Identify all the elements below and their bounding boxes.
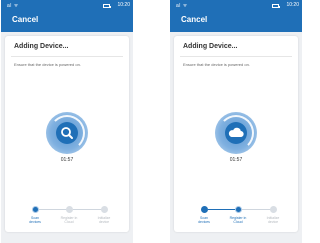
cancel-button[interactable]: Cancel [12, 15, 38, 24]
step-connector [39, 209, 68, 210]
step-label-initialize: Initialize device [258, 216, 288, 224]
progress-steps: Scan devices Register in Cloud Initializ… [5, 204, 129, 230]
step-label-line: devices [198, 220, 210, 224]
progress-steps: Scan devices Register in Cloud Initializ… [174, 204, 298, 230]
battery-icon [103, 4, 111, 8]
step-label-line: Cloud [64, 220, 74, 224]
spinner-core [56, 122, 78, 144]
countdown-timer: 01:57 [229, 157, 243, 163]
step-label-line: device [267, 220, 279, 224]
step-label-register: Register in Cloud [223, 216, 253, 224]
step-dot-register [235, 206, 242, 213]
cloud-icon [228, 127, 244, 138]
battery-icon [272, 4, 280, 8]
step-label-register: Register in Cloud [54, 216, 84, 224]
spinner-core [225, 122, 247, 144]
adding-device-card: Adding Device... Ensure that the device … [5, 36, 129, 232]
step-dot-initialize [101, 206, 108, 213]
signal-wifi-icon: al ᯤ [7, 3, 19, 9]
step-label-line: Cloud [233, 220, 243, 224]
step-dot-register [66, 206, 73, 213]
card-title: Adding Device... [183, 43, 238, 50]
countdown-timer: 01:57 [60, 157, 74, 163]
step-connector [208, 209, 237, 210]
step-label-scan: Scan devices [20, 216, 50, 224]
step-label-scan: Scan devices [189, 216, 219, 224]
step-dot-scan [201, 206, 208, 213]
progress-spinner [215, 112, 257, 154]
card-title: Adding Device... [14, 43, 69, 50]
signal-wifi-icon: al ᯤ [176, 3, 188, 9]
search-icon [61, 127, 73, 139]
cancel-button[interactable]: Cancel [181, 15, 207, 24]
step-connector [73, 209, 102, 210]
status-bar: al ᯤ 10:20 [1, 0, 133, 11]
phone-screen-scanning: al ᯤ 10:20 Cancel Adding Device... Ensur… [1, 0, 133, 243]
step-label-initialize: Initialize device [89, 216, 119, 224]
status-bar: al ᯤ 10:20 [170, 0, 302, 11]
step-dot-scan [32, 206, 39, 213]
step-connector [242, 209, 271, 210]
step-label-line: device [98, 220, 110, 224]
phone-screen-registering: al ᯤ 10:20 Cancel Adding Device... Ensur… [170, 0, 302, 243]
app-header: al ᯤ 10:20 Cancel [1, 0, 133, 32]
divider [180, 56, 292, 57]
power-on-hint: Ensure that the device is powered on. [14, 62, 81, 67]
power-on-hint: Ensure that the device is powered on. [183, 62, 250, 67]
adding-device-card: Adding Device... Ensure that the device … [174, 36, 298, 232]
progress-spinner [46, 112, 88, 154]
app-header: al ᯤ 10:20 Cancel [170, 0, 302, 32]
step-label-line: devices [29, 220, 41, 224]
divider [11, 56, 123, 57]
step-dot-initialize [270, 206, 277, 213]
status-time: 10:20 [117, 2, 130, 8]
status-time: 10:20 [286, 2, 299, 8]
